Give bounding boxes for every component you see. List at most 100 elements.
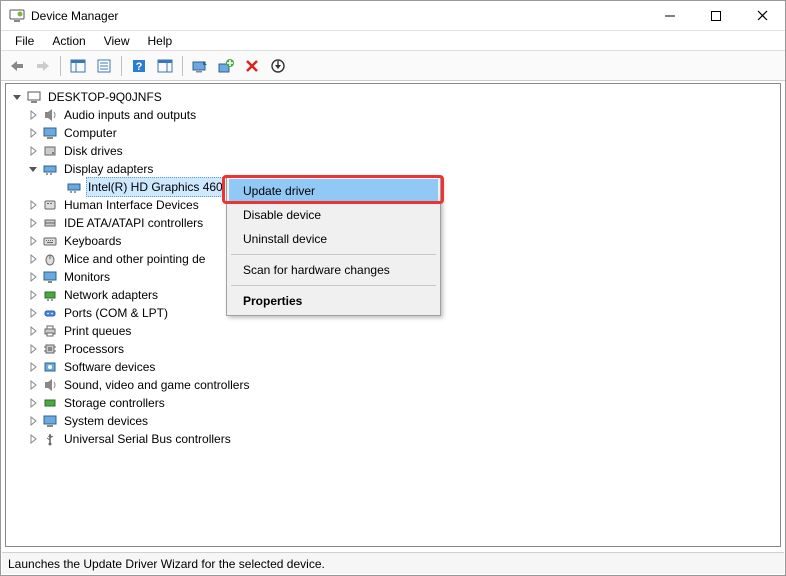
svg-text:?: ? xyxy=(136,61,143,73)
tree-item-label: Computer xyxy=(62,124,119,142)
chevron-right-icon[interactable] xyxy=(26,378,40,392)
tree-item-disk[interactable]: Disk drives xyxy=(8,142,778,160)
chevron-right-icon[interactable] xyxy=(26,126,40,140)
port-icon xyxy=(42,305,58,321)
cpu-icon xyxy=(42,341,58,357)
chevron-right-icon[interactable] xyxy=(26,432,40,446)
menu-file[interactable]: File xyxy=(7,32,42,50)
forward-button[interactable] xyxy=(31,54,55,78)
action-pane-button[interactable] xyxy=(153,54,177,78)
maximize-button[interactable] xyxy=(693,1,739,30)
tree-item-label: Print queues xyxy=(62,322,133,340)
tree-item-label: Processors xyxy=(62,340,126,358)
tree-item-processors[interactable]: Processors xyxy=(8,340,778,358)
tree-item-audio[interactable]: Audio inputs and outputs xyxy=(8,106,778,124)
tree-item-system[interactable]: System devices xyxy=(8,412,778,430)
tree-item-usb[interactable]: Universal Serial Bus controllers xyxy=(8,430,778,448)
tree-item-label: Sound, video and game controllers xyxy=(62,376,251,394)
disk-icon xyxy=(42,143,58,159)
properties-button[interactable] xyxy=(92,54,116,78)
chevron-right-icon[interactable] xyxy=(26,234,40,248)
chevron-right-icon[interactable] xyxy=(26,198,40,212)
toolbar-separator xyxy=(121,56,122,76)
sound-icon xyxy=(42,377,58,393)
chevron-right-icon[interactable] xyxy=(26,252,40,266)
storage-icon xyxy=(42,395,58,411)
window-buttons xyxy=(647,1,785,30)
tree-item-label: Network adapters xyxy=(62,286,160,304)
menu-view[interactable]: View xyxy=(96,32,138,50)
tree-item-software[interactable]: Software devices xyxy=(8,358,778,376)
toolbar: ? xyxy=(1,51,785,81)
chevron-right-icon[interactable] xyxy=(26,324,40,338)
chevron-right-icon[interactable] xyxy=(26,144,40,158)
context-menu-separator xyxy=(231,254,436,255)
display-adapter-icon xyxy=(66,179,82,195)
system-icon xyxy=(42,413,58,429)
network-icon xyxy=(42,287,58,303)
context-menu-scan[interactable]: Scan for hardware changes xyxy=(229,258,438,282)
computer-icon xyxy=(26,89,42,105)
update-driver-button[interactable] xyxy=(214,54,238,78)
chevron-right-icon[interactable] xyxy=(26,414,40,428)
computer-icon xyxy=(42,125,58,141)
statusbar: Launches the Update Driver Wizard for th… xyxy=(2,552,784,574)
tree-item-sound[interactable]: Sound, video and game controllers xyxy=(8,376,778,394)
keyboard-icon xyxy=(42,233,58,249)
tree-item-label: Display adapters xyxy=(62,160,155,178)
app-icon xyxy=(9,8,25,24)
tree-item-label: Human Interface Devices xyxy=(62,196,201,214)
tree-item-label: Keyboards xyxy=(62,232,123,250)
tree-root[interactable]: DESKTOP-9Q0JNFS xyxy=(8,88,778,106)
tree-item-label: Software devices xyxy=(62,358,157,376)
scan-hardware-button[interactable] xyxy=(188,54,212,78)
show-hide-console-tree-button[interactable] xyxy=(66,54,90,78)
chevron-right-icon[interactable] xyxy=(26,306,40,320)
chevron-right-icon[interactable] xyxy=(26,396,40,410)
context-menu-properties[interactable]: Properties xyxy=(229,289,438,313)
chevron-right-icon[interactable] xyxy=(26,288,40,302)
status-text: Launches the Update Driver Wizard for th… xyxy=(8,557,325,571)
toolbar-separator xyxy=(60,56,61,76)
disable-device-button[interactable] xyxy=(266,54,290,78)
close-button[interactable] xyxy=(739,1,785,30)
chevron-right-icon[interactable] xyxy=(26,360,40,374)
tree-item-label: Storage controllers xyxy=(62,394,167,412)
chevron-right-icon[interactable] xyxy=(26,342,40,356)
help-button[interactable]: ? xyxy=(127,54,151,78)
menu-action[interactable]: Action xyxy=(44,32,93,50)
menu-help[interactable]: Help xyxy=(140,32,181,50)
uninstall-device-button[interactable] xyxy=(240,54,264,78)
chevron-down-icon[interactable] xyxy=(26,162,40,176)
tree-item-label: Universal Serial Bus controllers xyxy=(62,430,233,448)
hid-icon xyxy=(42,197,58,213)
titlebar: Device Manager xyxy=(1,1,785,31)
tree-item-label: Monitors xyxy=(62,268,112,286)
software-icon xyxy=(42,359,58,375)
chevron-right-icon[interactable] xyxy=(26,270,40,284)
menubar: File Action View Help xyxy=(1,31,785,51)
tree-item-label: System devices xyxy=(62,412,150,430)
back-button[interactable] xyxy=(5,54,29,78)
context-menu-uninstall-device[interactable]: Uninstall device xyxy=(229,227,438,251)
tree-item-computer[interactable]: Computer xyxy=(8,124,778,142)
audio-icon xyxy=(42,107,58,123)
tree-item-storage[interactable]: Storage controllers xyxy=(8,394,778,412)
minimize-button[interactable] xyxy=(647,1,693,30)
context-menu-separator xyxy=(231,285,436,286)
tree-item-label: IDE ATA/ATAPI controllers xyxy=(62,214,205,232)
printer-icon xyxy=(42,323,58,339)
chevron-down-icon[interactable] xyxy=(10,90,24,104)
display-adapter-icon xyxy=(42,161,58,177)
chevron-right-icon[interactable] xyxy=(26,216,40,230)
window-title: Device Manager xyxy=(31,9,647,23)
chevron-right-icon[interactable] xyxy=(26,108,40,122)
tree-item-label: Audio inputs and outputs xyxy=(62,106,198,124)
tree-root-label: DESKTOP-9Q0JNFS xyxy=(46,88,164,106)
tree-item-label: Disk drives xyxy=(62,142,125,160)
context-menu-disable-device[interactable]: Disable device xyxy=(229,203,438,227)
tree-item-label: Intel(R) HD Graphics 460 xyxy=(86,177,225,197)
context-menu-update-driver[interactable]: Update driver xyxy=(229,179,438,203)
tree-item-print[interactable]: Print queues xyxy=(8,322,778,340)
tree-item-label: Mice and other pointing de xyxy=(62,250,207,268)
